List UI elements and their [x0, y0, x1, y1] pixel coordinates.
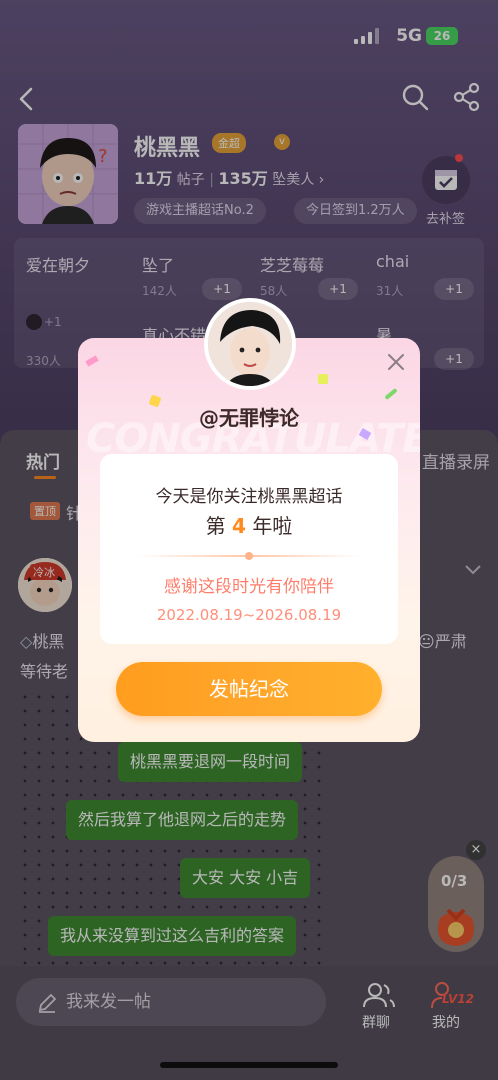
years-count: 4 — [232, 514, 246, 538]
date-range: 2022.08.19~2026.08.19 — [156, 606, 342, 624]
confetti-icon — [384, 387, 398, 401]
confetti-icon — [318, 374, 328, 384]
user-handle: @无罪悖论 — [199, 406, 299, 430]
thanks-message: 感谢这段时光有你陪伴 — [164, 577, 334, 597]
user-avatar — [204, 298, 296, 390]
close-icon[interactable] — [384, 350, 408, 374]
confetti-icon — [85, 355, 99, 367]
divider-dot — [245, 552, 253, 560]
post-commemorate-button[interactable]: 发帖纪念 — [116, 662, 382, 716]
years-message: 第 4 年啦 — [205, 514, 293, 538]
follow-message: 今天是你关注桃黑黑超话 — [155, 487, 343, 507]
